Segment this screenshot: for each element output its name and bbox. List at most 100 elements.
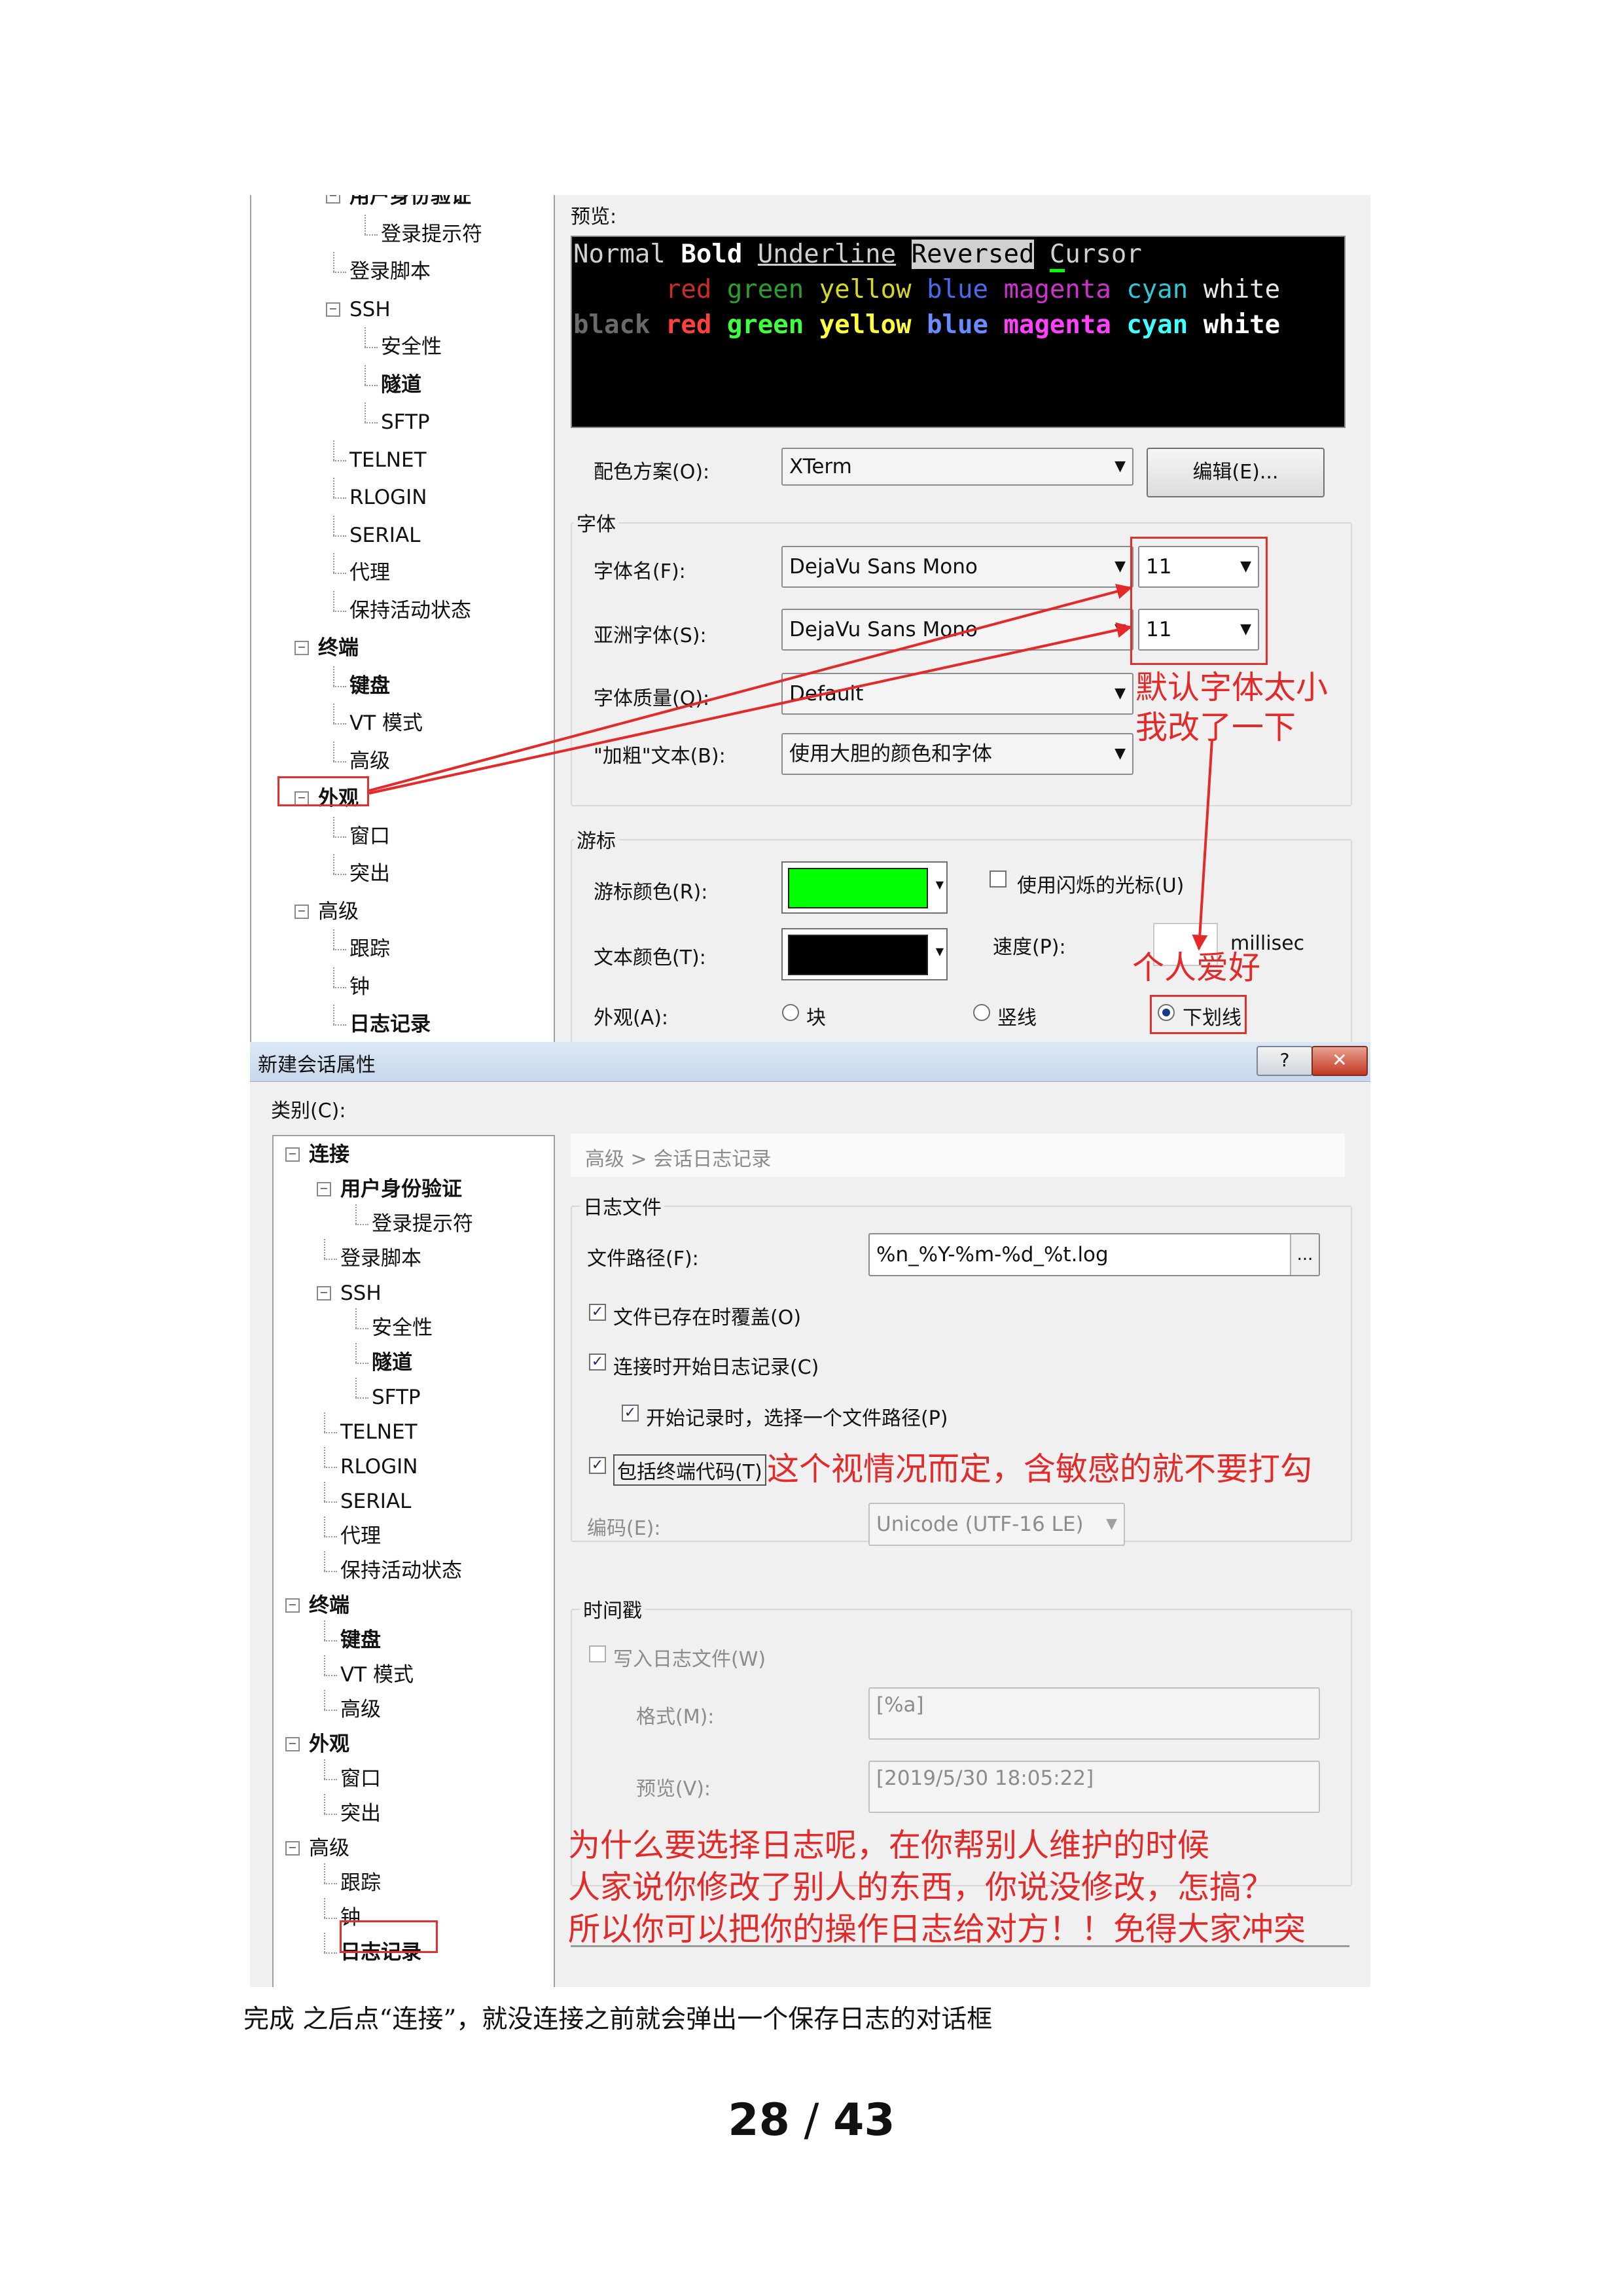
tree-item[interactable]: RLOGIN: [349, 484, 427, 511]
tree-toggle-minus-icon[interactable]: −: [285, 1737, 300, 1751]
tree-item[interactable]: 登录脚本: [340, 1246, 421, 1272]
preview-segment: black: [573, 275, 666, 304]
tree-item[interactable]: 终端: [318, 635, 359, 661]
timestamp-preview-value: [2019/5/30 18:05:22]: [876, 1767, 1094, 1790]
tree-item[interactable]: 代理: [349, 560, 390, 586]
text-color-label: 文本颜色(T):: [594, 946, 706, 969]
tree-toggle-minus-icon[interactable]: −: [326, 195, 340, 204]
tree-connector: [333, 929, 334, 949]
tree-connector: [333, 704, 334, 723]
font-name-select[interactable]: DejaVu Sans Mono ▼: [781, 546, 1133, 588]
tree-connector: [324, 1710, 337, 1711]
shape-vline-radio[interactable]: [973, 1004, 990, 1021]
tree-item[interactable]: 隧道: [372, 1350, 412, 1376]
text-color-picker[interactable]: ▼: [781, 928, 948, 980]
tree-item[interactable]: 高级: [349, 748, 390, 774]
tree-item[interactable]: 安全性: [372, 1315, 433, 1341]
tree-item[interactable]: 钟: [349, 974, 370, 1000]
chevron-down-icon: ▼: [1106, 1516, 1117, 1532]
tree-connector: [365, 214, 366, 234]
chevron-down-icon: ▼: [1115, 685, 1126, 702]
tree-item[interactable]: 登录脚本: [349, 259, 431, 285]
tree-toggle-minus-icon[interactable]: −: [326, 302, 340, 317]
tree-toggle-minus-icon[interactable]: −: [285, 1598, 300, 1613]
preview-segment: Reversed: [911, 240, 1035, 269]
tree-item[interactable]: SFTP: [381, 409, 430, 435]
start-on-connect-checkbox[interactable]: ✓: [589, 1354, 606, 1371]
tree-toggle-minus-icon[interactable]: −: [317, 1182, 331, 1196]
tree-item[interactable]: 键盘: [340, 1627, 381, 1653]
tree-item[interactable]: SSH: [340, 1280, 382, 1306]
cursor-color-label: 游标颜色(R):: [594, 881, 708, 904]
color-scheme-select[interactable]: XTerm ▼: [781, 448, 1133, 486]
tree-connector: [324, 1690, 325, 1710]
tree-item[interactable]: VT 模式: [340, 1662, 414, 1688]
tree-connector: [333, 816, 334, 836]
tree-item[interactable]: 高级: [309, 1835, 349, 1861]
tree-item[interactable]: TELNET: [340, 1419, 418, 1445]
tree-item[interactable]: SFTP: [372, 1384, 421, 1410]
tree-item[interactable]: 登录提示符: [372, 1211, 473, 1237]
tree-item[interactable]: 跟踪: [349, 936, 390, 962]
bold-text-select[interactable]: 使用大胆的颜色和字体 ▼: [781, 733, 1133, 775]
tree-item[interactable]: 连接: [309, 1141, 349, 1168]
asian-font-select[interactable]: DejaVu Sans Mono ▼: [781, 609, 1133, 651]
tree-connector: [333, 854, 334, 874]
tree-item[interactable]: 用户身份验证: [340, 1176, 462, 1202]
tree-toggle-minus-icon[interactable]: −: [294, 641, 309, 655]
browse-button[interactable]: ...: [1290, 1234, 1319, 1275]
tree-item[interactable]: 保持活动状态: [349, 598, 471, 624]
format-label: 格式(M):: [636, 1706, 715, 1729]
encoding-select[interactable]: Unicode (UTF-16 LE) ▼: [868, 1503, 1125, 1546]
tree-item[interactable]: 登录提示符: [381, 221, 482, 247]
choose-path-checkbox[interactable]: ✓: [622, 1405, 639, 1422]
tree-item[interactable]: TELNET: [349, 447, 427, 473]
tree-item[interactable]: 代理: [340, 1523, 381, 1549]
tree-connector: [333, 986, 346, 988]
tree-item[interactable]: 安全性: [381, 334, 442, 360]
shape-vline-label: 竖线: [997, 1007, 1037, 1030]
tree-item[interactable]: 突出: [349, 861, 390, 887]
tree-item[interactable]: SSH: [349, 296, 391, 323]
font-size-note-line1: 默认字体太小: [1135, 669, 1329, 706]
tree-item[interactable]: 高级: [340, 1696, 381, 1723]
tree-item[interactable]: 保持活动状态: [340, 1558, 462, 1584]
tree-item[interactable]: 跟踪: [340, 1870, 381, 1896]
blink-cursor-checkbox[interactable]: [990, 870, 1007, 888]
tree-item[interactable]: SERIAL: [349, 522, 420, 548]
font-size-highlight: [1130, 537, 1268, 665]
cursor-color-picker[interactable]: ▼: [781, 861, 948, 914]
include-codes-checkbox[interactable]: ✓: [589, 1457, 606, 1474]
tree-toggle-minus-icon[interactable]: −: [294, 904, 309, 919]
tree-item[interactable]: 窗口: [349, 823, 390, 850]
tree-item[interactable]: 键盘: [349, 673, 390, 699]
tree-connector: [355, 1328, 368, 1329]
tree-item[interactable]: 突出: [340, 1801, 381, 1827]
chevron-down-icon: ▼: [1115, 458, 1126, 475]
tree-item[interactable]: RLOGIN: [340, 1454, 418, 1480]
tree-item[interactable]: 日志记录: [349, 1011, 431, 1037]
write-timestamp-checkbox[interactable]: [589, 1645, 606, 1662]
tree-item[interactable]: 用户身份验证: [349, 195, 471, 209]
format-input[interactable]: [%a]: [868, 1687, 1320, 1740]
preview-segment: white: [1203, 310, 1281, 340]
tree-item[interactable]: SERIAL: [340, 1488, 411, 1515]
tree-item[interactable]: 隧道: [381, 372, 421, 398]
tree-item[interactable]: 外观: [309, 1731, 349, 1757]
tree-item[interactable]: 高级: [318, 899, 359, 925]
edit-scheme-button[interactable]: 编辑(E)...: [1147, 448, 1325, 497]
tree-toggle-minus-icon[interactable]: −: [285, 1841, 300, 1856]
file-path-input[interactable]: %n_%Y-%m-%d_%t.log ...: [868, 1233, 1320, 1276]
tree-toggle-minus-icon[interactable]: −: [285, 1147, 300, 1162]
log-purpose-note: 为什么要选择日志呢，在你帮别人维护的时候 人家说你修改了别人的东西，你说没修改，…: [568, 1825, 1306, 1950]
tree-item[interactable]: 终端: [309, 1592, 349, 1619]
tree-toggle-minus-icon[interactable]: −: [317, 1286, 331, 1300]
chevron-down-icon: ▼: [1115, 621, 1126, 637]
start-on-connect-label: 连接时开始日志记录(C): [613, 1356, 819, 1379]
shape-block-radio[interactable]: [782, 1004, 799, 1021]
overwrite-checkbox[interactable]: ✓: [589, 1304, 606, 1321]
font-quality-select[interactable]: Default ▼: [781, 673, 1133, 715]
tree-item[interactable]: 窗口: [340, 1766, 381, 1792]
tree-item[interactable]: VT 模式: [349, 710, 423, 736]
chevron-down-icon: ▼: [1115, 745, 1126, 762]
